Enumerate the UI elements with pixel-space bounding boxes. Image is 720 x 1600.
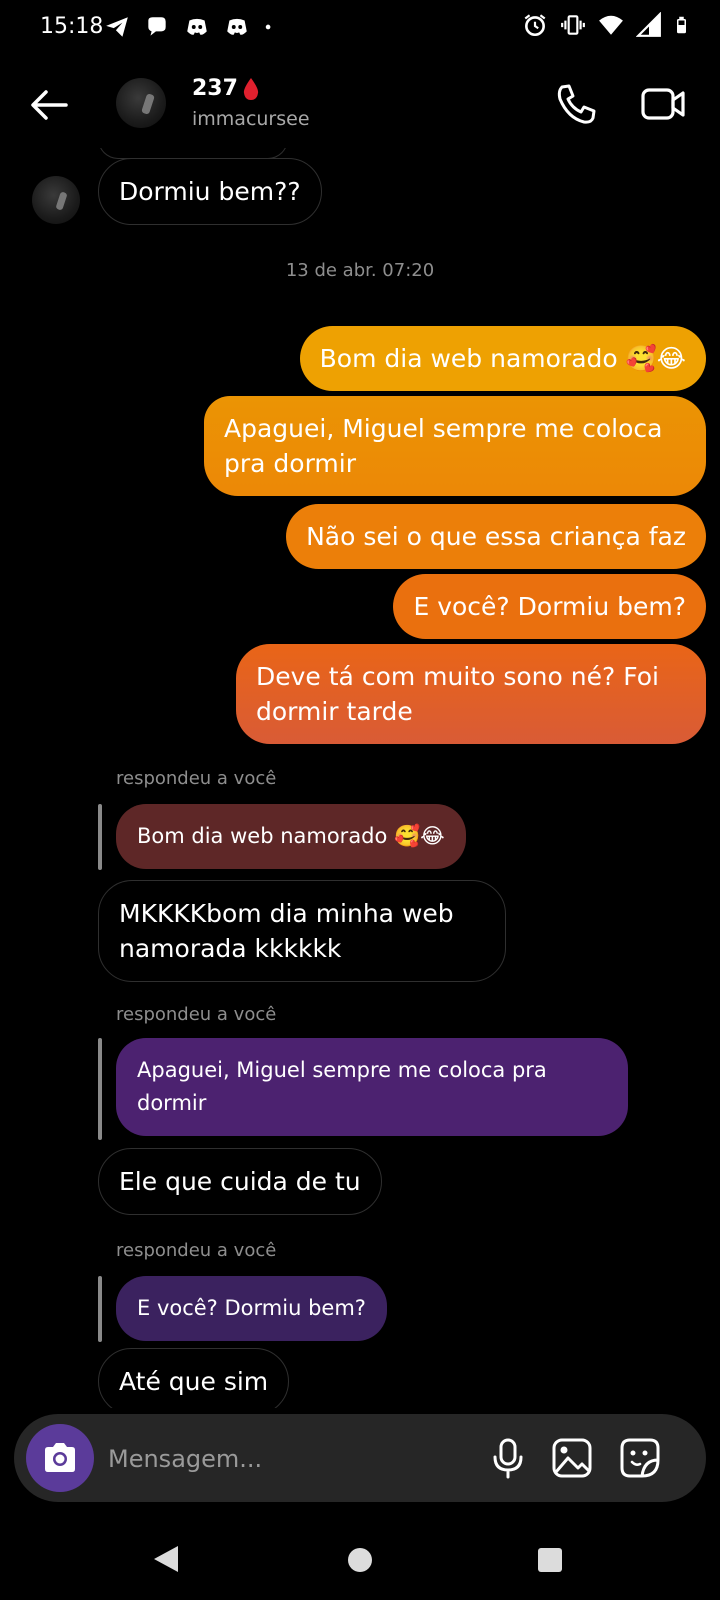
- sender-avatar: [32, 176, 80, 224]
- replied-label: respondeu a você: [116, 1004, 277, 1025]
- vibrate-icon: [561, 15, 585, 35]
- nav-recents-icon[interactable]: [538, 1548, 562, 1572]
- reply-indicator: [98, 804, 102, 870]
- gallery-icon[interactable]: [550, 1436, 594, 1480]
- incoming-message[interactable]: Até que sim: [98, 1348, 290, 1408]
- reply-indicator: [98, 1038, 102, 1140]
- outgoing-message[interactable]: Bom dia web namorado 🥰😂: [299, 326, 706, 391]
- contact-avatar[interactable]: [116, 78, 166, 128]
- incoming-message[interactable]: Dormiu bem??: [98, 158, 322, 225]
- alarm-icon: [524, 14, 546, 37]
- telegram-icon: [106, 17, 128, 37]
- chat-timestamp: 13 de abr. 07:20: [285, 260, 435, 281]
- discord-icon: [227, 18, 247, 35]
- contact-name-text: 237: [192, 76, 238, 101]
- incoming-message[interactable]: Ele que cuida de tu: [98, 1148, 382, 1215]
- quoted-message[interactable]: Apaguei, Miguel sempre me coloca pra dor…: [116, 1038, 628, 1136]
- status-time: 15:18: [40, 14, 104, 39]
- signal-icon: [636, 12, 661, 37]
- outgoing-message[interactable]: Não sei o que essa criança faz: [286, 504, 706, 569]
- status-bar: 15:18: [0, 0, 720, 56]
- message-list[interactable]: Dormiu bem?? 13 de abr. 07:20 Bom dia we…: [0, 148, 720, 1408]
- message-composer: [14, 1414, 706, 1502]
- reply-indicator: [98, 1276, 102, 1342]
- incoming-message[interactable]: MKKKKbom dia minha web namorada kkkkkk: [98, 880, 506, 982]
- outgoing-message[interactable]: Deve tá com muito sono né? Foi dormir ta…: [236, 644, 706, 744]
- sticker-icon[interactable]: [618, 1436, 662, 1480]
- phone-call-icon[interactable]: [554, 82, 598, 126]
- chat-header: 237 immacursee: [0, 64, 720, 148]
- discord-icon: [187, 18, 207, 35]
- quoted-message[interactable]: Bom dia web namorado 🥰😂: [116, 804, 466, 869]
- contact-name[interactable]: 237: [192, 76, 260, 101]
- camera-icon: [45, 1443, 75, 1472]
- system-navigation-bar: [0, 1520, 720, 1600]
- video-call-icon[interactable]: [640, 82, 686, 126]
- contact-username: immacursee: [192, 108, 310, 130]
- camera-button[interactable]: [26, 1424, 94, 1492]
- nav-back-icon[interactable]: [152, 1544, 180, 1574]
- wifi-icon: [599, 15, 623, 35]
- microphone-icon[interactable]: [486, 1436, 530, 1480]
- dot-icon: [265, 24, 271, 30]
- message-input[interactable]: [106, 1436, 480, 1482]
- battery-icon: [677, 16, 686, 34]
- back-arrow-icon[interactable]: [26, 82, 72, 128]
- outgoing-message[interactable]: Apaguei, Miguel sempre me coloca pra dor…: [204, 396, 706, 496]
- outgoing-message[interactable]: E você? Dormiu bem?: [393, 574, 706, 639]
- nav-home-icon[interactable]: [348, 1548, 372, 1572]
- quoted-message[interactable]: E você? Dormiu bem?: [116, 1276, 387, 1341]
- replied-label: respondeu a você: [116, 768, 277, 789]
- chat-icon: [148, 17, 166, 36]
- replied-label: respondeu a você: [116, 1240, 277, 1261]
- blood-drop-icon: [243, 77, 259, 100]
